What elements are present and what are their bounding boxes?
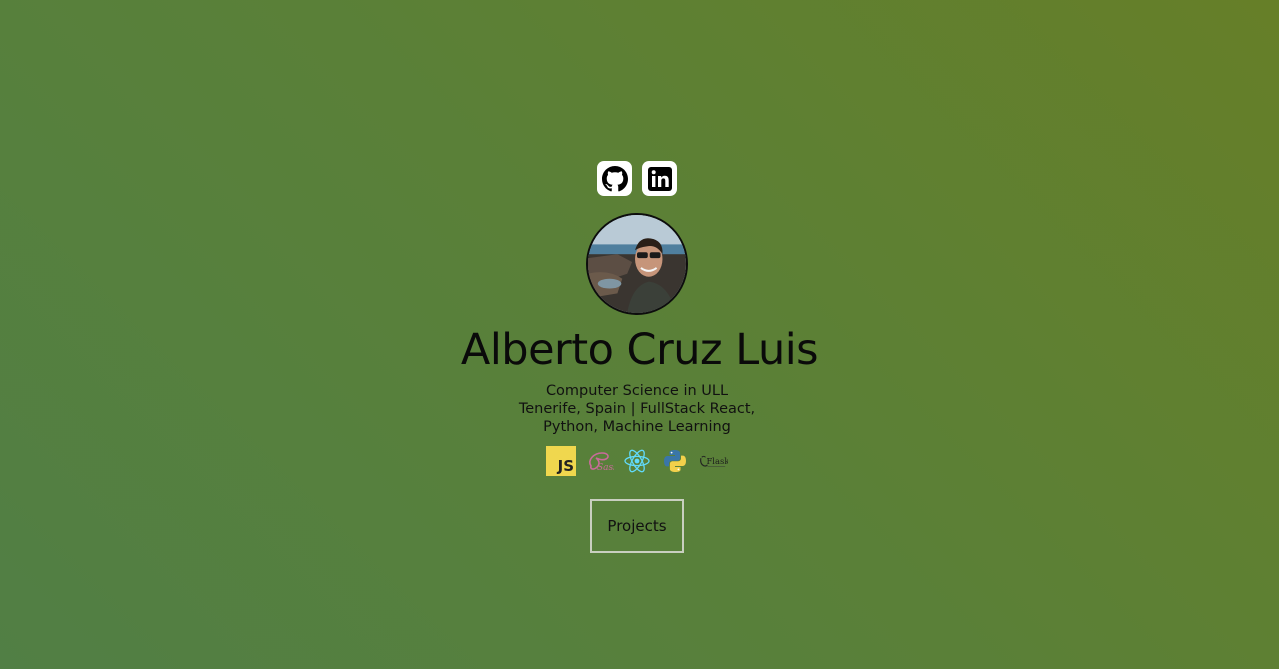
bio-line: Python, Machine Learning bbox=[543, 419, 731, 435]
linkedin-link[interactable] bbox=[642, 161, 677, 196]
profile-name: Alberto Cruz Luis bbox=[460, 325, 819, 375]
profile-page: Alberto Cruz Luis Computer Science in UL… bbox=[0, 0, 1279, 669]
bio-line: Tenerife, Spain | FullStack React, bbox=[518, 401, 756, 417]
github-icon bbox=[601, 165, 628, 191]
python-icon bbox=[660, 446, 690, 476]
bio-line: Computer Science in ULL bbox=[545, 383, 729, 399]
react-icon bbox=[622, 446, 652, 476]
avatar bbox=[586, 213, 688, 315]
tech-stack: JS Sass bbox=[546, 446, 728, 476]
github-link[interactable] bbox=[597, 161, 632, 196]
sass-icon: Sass bbox=[584, 446, 614, 476]
svg-text:Sass: Sass bbox=[597, 463, 614, 473]
projects-button[interactable]: Projects bbox=[590, 499, 684, 553]
svg-text:Flask: Flask bbox=[706, 456, 728, 466]
profile-bio: Computer Science in ULL Tenerife, Spain … bbox=[500, 382, 774, 436]
social-links bbox=[597, 161, 677, 196]
linkedin-icon bbox=[647, 166, 672, 191]
javascript-icon: JS bbox=[546, 446, 576, 476]
flask-icon: Flask bbox=[698, 446, 728, 476]
